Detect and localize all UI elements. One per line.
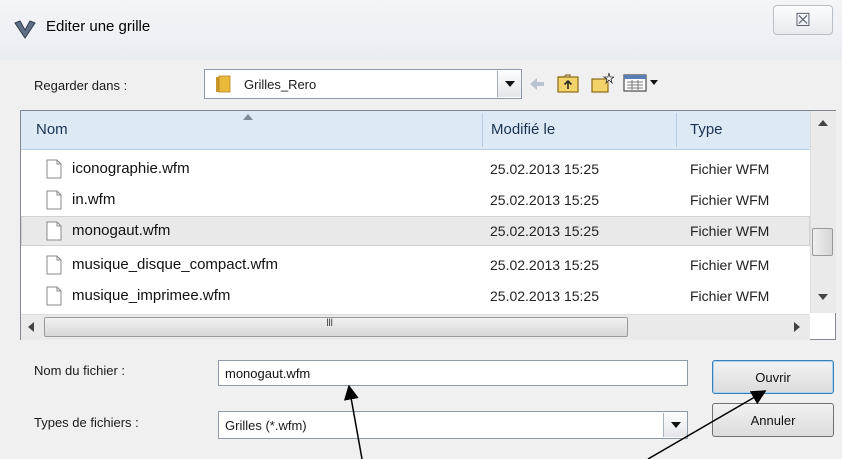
filename-input[interactable] — [218, 360, 688, 386]
app-check-icon — [14, 20, 36, 39]
file-icon — [46, 159, 62, 179]
new-folder-icon[interactable] — [590, 72, 614, 94]
cancel-button[interactable]: Annuler — [712, 403, 834, 437]
vertical-scroll-thumb[interactable] — [812, 228, 833, 256]
column-header-modified[interactable]: Modifié le — [491, 121, 555, 138]
file-type: Fichier WFM — [690, 257, 770, 273]
look-in-label: Regarder dans : — [34, 78, 128, 93]
file-modified: 25.02.2013 15:25 — [490, 288, 599, 304]
look-in-value: Grilles_Rero — [244, 77, 317, 92]
column-header-type[interactable]: Type — [690, 121, 723, 138]
horizontal-scroll-thumb[interactable] — [44, 317, 628, 337]
scroll-down-icon[interactable] — [818, 294, 828, 300]
back-arrow-icon[interactable] — [528, 74, 546, 94]
window-title: Editer une grille — [46, 18, 151, 35]
file-type: Fichier WFM — [690, 288, 770, 304]
file-modified: 25.02.2013 15:25 — [490, 223, 599, 239]
close-icon: ☒ — [794, 9, 812, 30]
up-folder-icon[interactable] — [556, 72, 580, 94]
file-type: Fichier WFM — [690, 161, 770, 177]
filetypes-value: Grilles (*.wfm) — [225, 418, 307, 433]
file-name: monogaut.wfm — [72, 222, 171, 239]
file-name: in.wfm — [72, 191, 116, 208]
scroll-left-icon[interactable] — [28, 322, 34, 332]
chevron-down-icon — [670, 422, 681, 428]
file-type: Fichier WFM — [690, 223, 770, 239]
column-header-name[interactable]: Nom — [36, 121, 68, 138]
file-icon — [46, 286, 62, 306]
folder-icon — [216, 75, 231, 93]
file-name: musique_imprimee.wfm — [72, 287, 231, 304]
filetypes-label: Types de fichiers : — [34, 415, 139, 430]
file-icon — [46, 221, 62, 241]
file-icon — [46, 255, 62, 275]
scroll-up-icon[interactable] — [818, 120, 828, 126]
filetypes-dropdown-arrow[interactable] — [663, 413, 687, 437]
file-type: Fichier WFM — [690, 192, 770, 208]
vertical-scrollbar[interactable] — [810, 111, 836, 313]
file-modified: 25.02.2013 15:25 — [490, 161, 599, 177]
file-modified: 25.02.2013 15:25 — [490, 257, 599, 273]
file-name: musique_disque_compact.wfm — [72, 256, 278, 273]
open-button[interactable]: Ouvrir — [712, 360, 834, 394]
scroll-grip: III — [326, 317, 333, 329]
scroll-right-icon[interactable] — [794, 322, 800, 332]
file-icon — [46, 190, 62, 210]
column-separator[interactable] — [676, 113, 677, 147]
look-in-dropdown-arrow[interactable] — [497, 71, 521, 97]
filename-label: Nom du fichier : — [34, 363, 126, 378]
file-modified: 25.02.2013 15:25 — [490, 192, 599, 208]
view-menu-icon[interactable] — [623, 72, 661, 94]
sort-ascending-icon — [243, 114, 253, 120]
chevron-down-icon — [504, 81, 515, 87]
close-button[interactable]: ☒ — [773, 5, 833, 35]
file-name: iconographie.wfm — [72, 160, 190, 177]
column-separator[interactable] — [482, 113, 483, 147]
dialog-window: Editer une grille ☒ Regarder dans : Gril… — [0, 0, 842, 459]
